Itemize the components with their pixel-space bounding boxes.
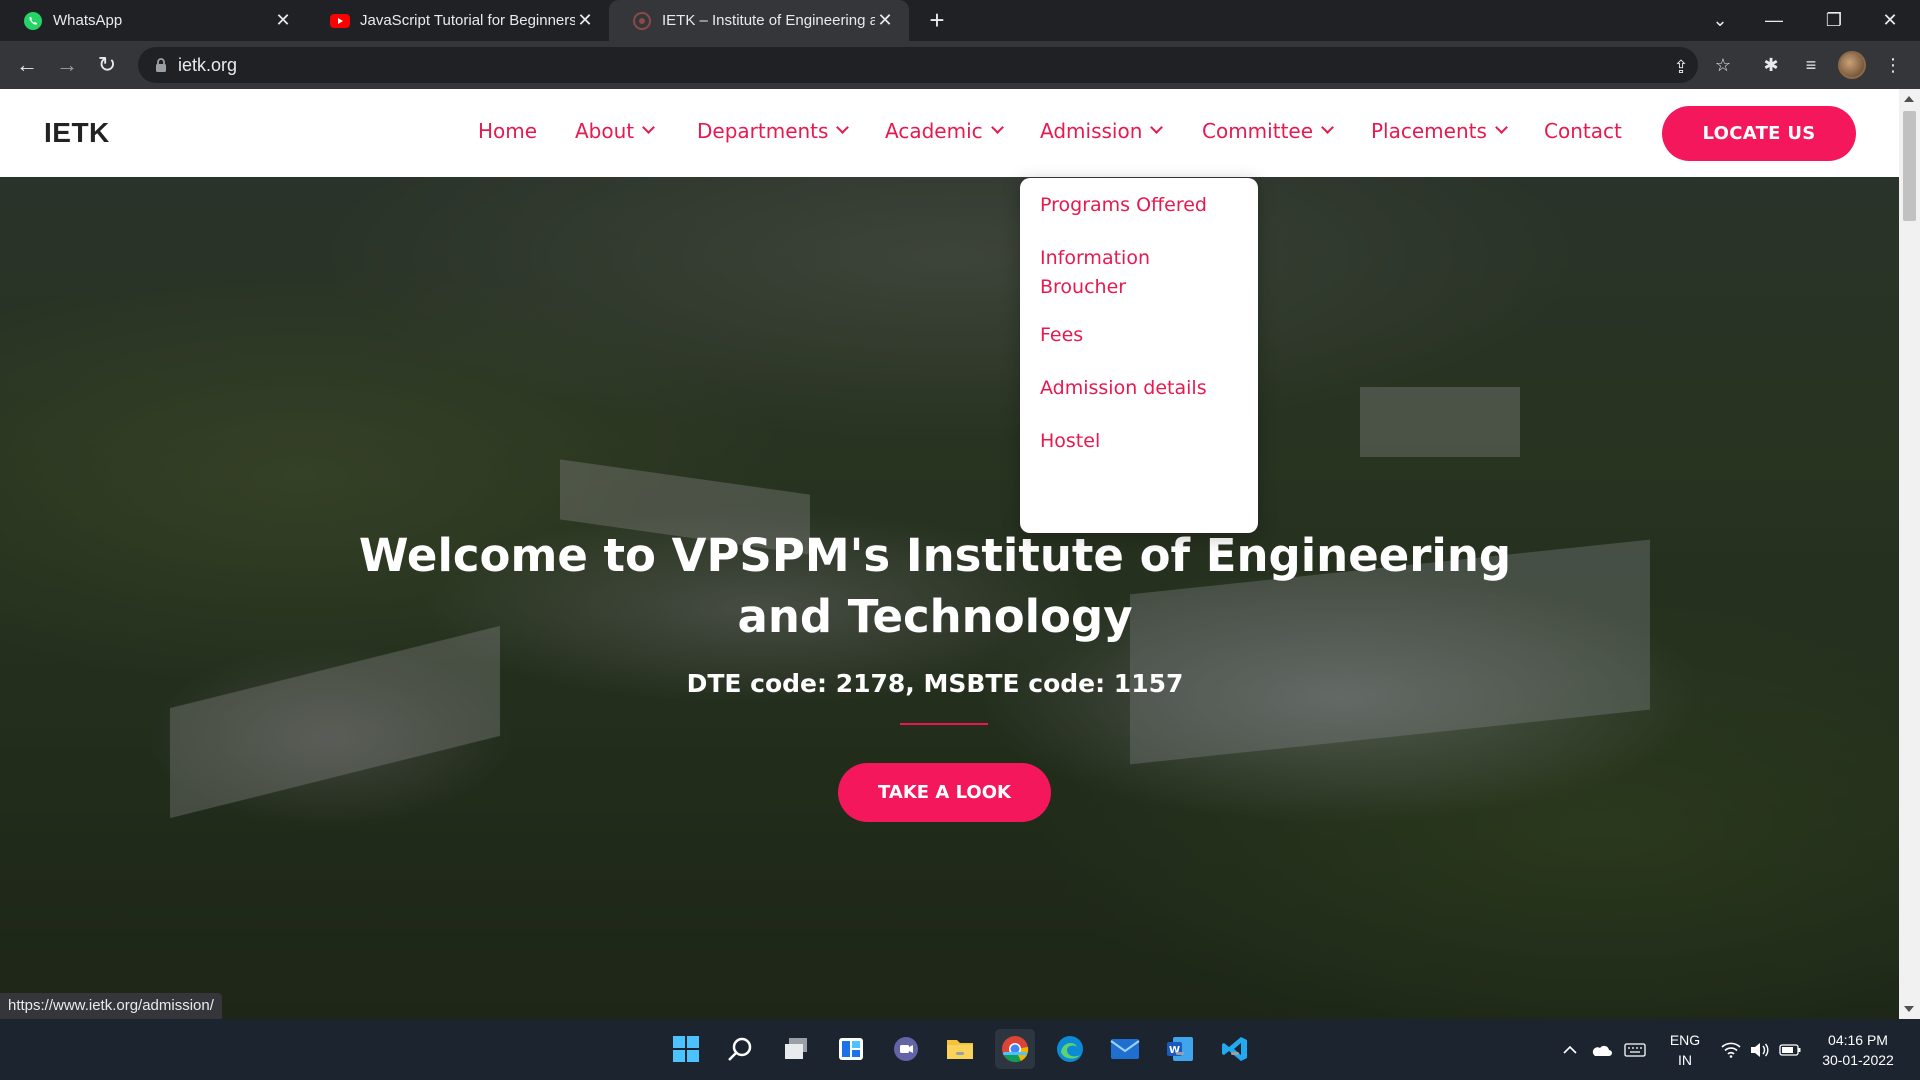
dropdown-item-fees[interactable]: Fees (1040, 321, 1245, 350)
edge-icon[interactable] (1050, 1029, 1090, 1069)
search-icon[interactable] (720, 1029, 760, 1069)
page-scrollbar[interactable] (1899, 89, 1920, 1019)
bookmark-star-icon[interactable]: ☆ (1708, 50, 1738, 80)
browser-menu-icon[interactable]: ⋮ (1878, 50, 1908, 80)
nav-admission[interactable]: Admission (1040, 119, 1164, 143)
hero-divider (900, 723, 988, 725)
tab-search-icon[interactable]: ⌄ (1692, 0, 1748, 41)
site-header: IETK Home About Departments Academic Adm… (0, 89, 1899, 177)
teams-chat-icon[interactable] (886, 1029, 926, 1069)
show-hidden-icons-icon[interactable] (1558, 1019, 1582, 1080)
taskbar-running-indicator (1176, 1052, 1184, 1055)
dropdown-item-hostel[interactable]: Hostel (1040, 427, 1245, 456)
input-language-indicator[interactable]: ENG IN (1660, 1030, 1710, 1070)
close-window-button[interactable]: ✕ (1862, 0, 1918, 41)
tab-close-icon[interactable]: ✕ (575, 10, 595, 31)
hero-subtitle: DTE code: 2178, MSBTE code: 1157 (686, 669, 1184, 698)
nav-contact[interactable]: Contact (1544, 119, 1622, 143)
tab-close-icon[interactable]: ✕ (273, 10, 293, 31)
scroll-up-arrow[interactable] (1904, 96, 1914, 102)
tab-youtube[interactable]: JavaScript Tutorial for Beginners: ✕ (307, 0, 609, 41)
url-text: ietk.org (178, 55, 238, 75)
lock-icon (152, 56, 170, 74)
youtube-icon (330, 11, 350, 31)
nav-home[interactable]: Home (478, 119, 537, 143)
admission-dropdown: Programs Offered Information Broucher Fe… (1020, 178, 1258, 533)
volume-icon[interactable] (1746, 1019, 1772, 1080)
dropdown-item-admission-details[interactable]: Admission details (1040, 374, 1245, 403)
profile-avatar[interactable] (1838, 51, 1866, 79)
clock[interactable]: 04:16 PM 30-01-2022 (1808, 1030, 1908, 1070)
tab-whatsapp[interactable]: WhatsApp ✕ (0, 0, 307, 41)
site-favicon (632, 11, 652, 31)
site-logo[interactable]: IETK (44, 117, 110, 149)
new-tab-button[interactable]: + (922, 5, 952, 35)
region-code: IN (1678, 1052, 1692, 1068)
nav-label: Home (478, 119, 538, 143)
restore-button[interactable]: ❐ (1806, 0, 1862, 41)
browser-tabstrip: WhatsApp ✕ JavaScript Tutorial for Begin… (0, 0, 1920, 41)
nav-committee[interactable]: Committee (1202, 119, 1334, 143)
nav-label: Committee (1202, 119, 1314, 143)
link-status-bubble: https://www.ietk.org/admission/ (0, 993, 222, 1019)
dropdown-item-information-broucher[interactable]: Information Broucher (1040, 244, 1190, 302)
nav-departments[interactable]: Departments (697, 119, 850, 143)
clock-date: 30-01-2022 (1822, 1052, 1894, 1068)
file-explorer-icon[interactable] (940, 1029, 980, 1069)
nav-label: About (575, 119, 635, 143)
page-viewport: Welcome to VPSPM's Institute of Engineer… (0, 89, 1899, 1019)
tab-ietk[interactable]: IETK – Institute of Engineering an ✕ (609, 0, 909, 41)
tab-close-icon[interactable]: ✕ (875, 10, 895, 31)
extensions-icon[interactable]: ✱ (1756, 50, 1786, 80)
chrome-icon[interactable] (995, 1029, 1035, 1069)
widgets-icon[interactable] (831, 1029, 871, 1069)
word-icon[interactable]: W (1160, 1029, 1200, 1069)
locate-us-button[interactable]: LOCATE US (1662, 106, 1856, 161)
address-bar[interactable]: ietk.org ⇪ (138, 47, 1698, 83)
wifi-icon[interactable] (1718, 1019, 1744, 1080)
chevron-down-icon (990, 120, 1004, 134)
chevron-down-icon (1150, 120, 1164, 134)
language-code: ENG (1669, 1032, 1701, 1048)
minimize-button[interactable]: — (1746, 0, 1802, 41)
nav-about[interactable]: About (575, 119, 656, 143)
task-view-icon[interactable] (776, 1029, 816, 1069)
windows-start-icon[interactable] (666, 1029, 706, 1069)
take-a-look-button[interactable]: TAKE A LOOK (838, 763, 1051, 822)
media-control-icon[interactable]: ≡ (1796, 50, 1826, 80)
chevron-down-icon (1321, 120, 1334, 134)
chevron-down-icon (642, 120, 656, 134)
taskbar-running-indicator (956, 1052, 964, 1055)
nav-label: Contact (1544, 119, 1622, 143)
tab-title: IETK – Institute of Engineering an (662, 12, 875, 29)
clock-time: 04:16 PM (1828, 1032, 1888, 1048)
nav-label: Placements (1371, 119, 1487, 143)
dropdown-item-programs-offered[interactable]: Programs Offered (1040, 191, 1245, 220)
reload-button[interactable]: ↻ (92, 50, 122, 80)
hero-title: Welcome to VPSPM's Institute of Engineer… (358, 529, 1512, 643)
vscode-icon[interactable] (1215, 1029, 1255, 1069)
nav-academic[interactable]: Academic (885, 119, 1004, 143)
chevron-down-icon (836, 120, 850, 134)
mail-icon[interactable] (1105, 1029, 1145, 1069)
nav-label: Admission (1040, 119, 1143, 143)
chevron-down-icon (1495, 120, 1508, 134)
tab-title: WhatsApp (53, 12, 123, 29)
scroll-down-arrow[interactable] (1904, 1006, 1914, 1012)
taskbar-active-indicator (1003, 1052, 1027, 1055)
touch-keyboard-icon[interactable] (1622, 1019, 1648, 1080)
whatsapp-icon (23, 11, 43, 31)
battery-icon[interactable] (1776, 1019, 1804, 1080)
nav-label: Academic (885, 119, 983, 143)
nav-label: Departments (697, 119, 829, 143)
tab-title: JavaScript Tutorial for Beginners: (360, 12, 575, 29)
onedrive-icon[interactable] (1588, 1019, 1614, 1080)
nav-placements[interactable]: Placements (1371, 119, 1508, 143)
share-icon[interactable]: ⇪ (1670, 56, 1692, 78)
taskbar-running-indicator (1231, 1052, 1239, 1055)
back-button[interactable]: ← (12, 50, 42, 80)
forward-button[interactable]: → (52, 50, 82, 80)
browser-toolbar: ← → ↻ ietk.org ⇪ ☆ ✱ ≡ ⋮ (0, 41, 1920, 89)
scrollbar-thumb[interactable] (1903, 111, 1916, 221)
